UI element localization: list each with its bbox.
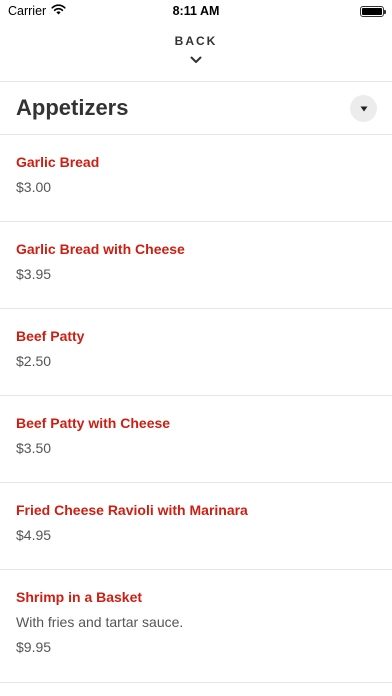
section-title: Appetizers: [16, 95, 129, 120]
item-name: Shrimp in a Basket: [16, 589, 143, 605]
menu-item[interactable]: Shrimp in a Basket With fries and tartar…: [0, 570, 392, 683]
item-price: $4.95: [16, 527, 52, 543]
menu-item[interactable]: Fried Cheese Ravioli with Marinara $4.95: [0, 483, 392, 570]
wifi-icon: [51, 4, 66, 18]
menu-item[interactable]: Beef Patty with Cheese $3.50: [0, 396, 392, 483]
menu-item[interactable]: Garlic Bread $3.00: [0, 135, 392, 222]
status-bar: Carrier 8:11 AM: [0, 0, 392, 22]
status-left: Carrier: [8, 4, 66, 18]
item-price: $3.00: [16, 179, 52, 195]
battery-icon: [360, 5, 386, 17]
item-name: Beef Patty: [16, 328, 85, 344]
battery-fill: [362, 7, 382, 15]
item-price: $9.95: [16, 639, 52, 655]
item-price: $3.95: [16, 266, 52, 282]
menu-item[interactable]: Garlic Bread with Cheese $3.95: [0, 222, 392, 309]
item-description: With fries and tartar sauce.: [16, 614, 184, 630]
item-price: $2.50: [16, 353, 52, 369]
section-header: Appetizers: [0, 82, 392, 135]
back-label: BACK: [174, 34, 218, 48]
caret-down-icon: [360, 99, 368, 117]
back-button[interactable]: BACK: [0, 22, 392, 82]
item-name: Fried Cheese Ravioli with Marinara: [16, 502, 248, 518]
item-name: Beef Patty with Cheese: [16, 415, 171, 431]
chevron-down-icon: [190, 51, 202, 69]
item-price: $3.50: [16, 440, 52, 456]
section-dropdown-button[interactable]: [350, 94, 377, 122]
item-name: Garlic Bread: [16, 154, 100, 170]
app-screen: Carrier 8:11 AM BACK Appetizers Garlic B…: [0, 0, 392, 696]
carrier-label: Carrier: [8, 4, 47, 18]
item-name: Garlic Bread with Cheese: [16, 241, 185, 257]
menu-item[interactable]: Beef Patty $2.50: [0, 309, 392, 396]
menu-list: Garlic Bread $3.00 Garlic Bread with Che…: [0, 135, 392, 683]
